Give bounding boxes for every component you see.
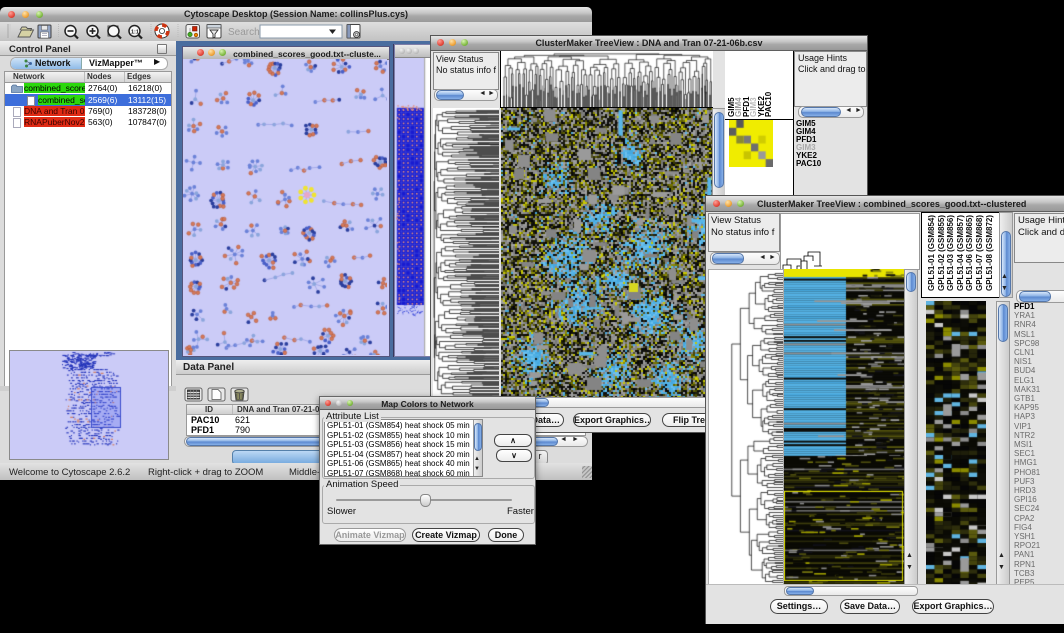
svg-text:1:1: 1:1 [131, 30, 139, 36]
svg-text:Search:: Search: [228, 27, 262, 38]
